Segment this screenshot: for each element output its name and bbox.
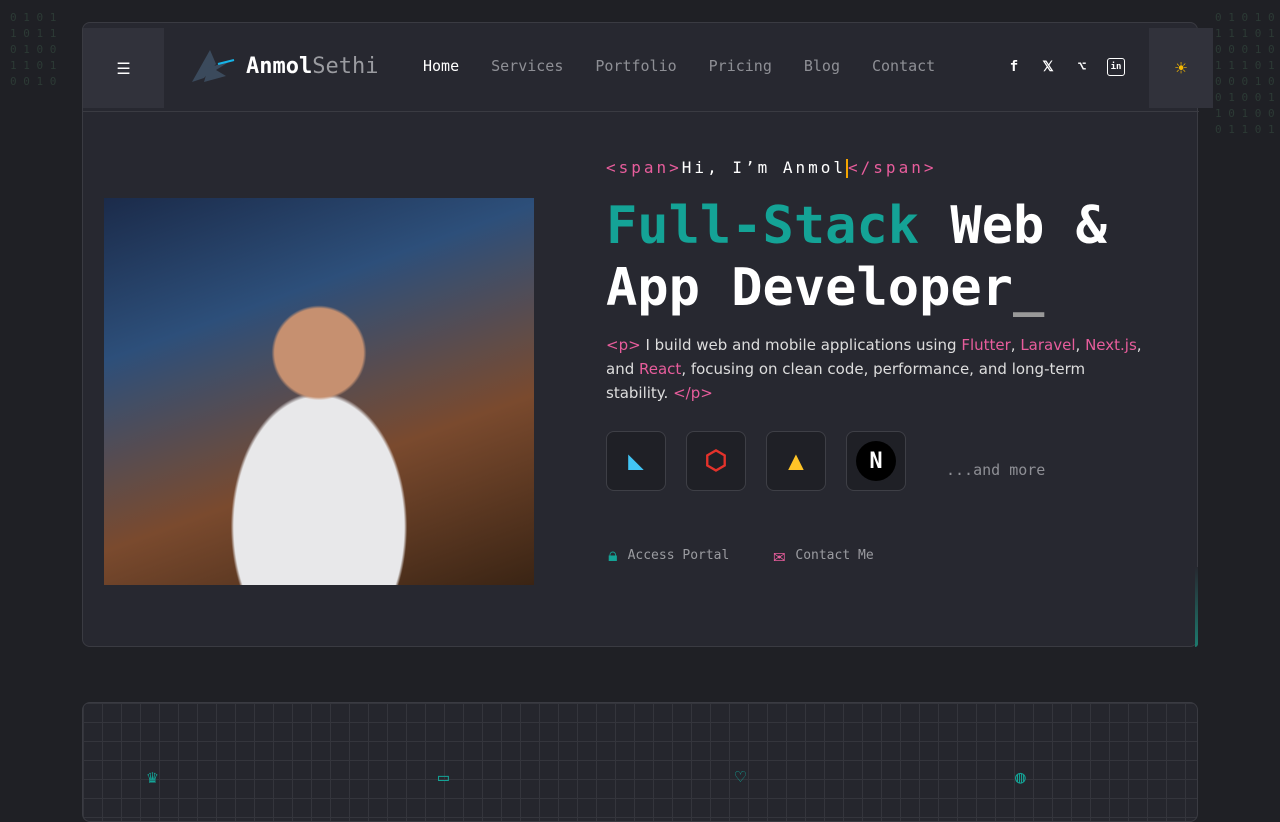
access-portal-button[interactable]: 🔒︎ Access Portal [608,543,729,567]
nav-pricing[interactable]: Pricing [709,57,772,75]
tech-laravel-text: Laravel [1020,336,1076,354]
matrix-background: 0 1 0 1 1 0 1 1 0 1 0 0 1 1 0 1 0 0 1 0 [10,11,57,88]
logo[interactable]: AnmolSethi [190,48,378,84]
menu-icon: ☰ [116,58,131,78]
theme-toggle[interactable]: ☀ [1149,28,1213,108]
menu-button[interactable]: ☰ [83,28,164,108]
hero-description: <p> I build web and mobile applications … [606,333,1146,405]
matrix-background-right: 0 1 0 1 0 1 1 1 0 1 0 0 0 1 0 1 1 1 0 1 … [1215,11,1275,136]
contact-me-label: Contact Me [795,547,874,563]
nav-home[interactable]: Home [423,57,459,75]
desc-sep: , [1075,336,1086,354]
hero-card: ☰ AnmolSethi Home Services Portfolio Pri… [82,22,1213,647]
contact-me-button[interactable]: ✉ Contact Me [773,543,873,567]
tech-flutter-text: Flutter [961,336,1011,354]
desc-sep: , [1010,336,1021,354]
logo-text-dim: Sethi [312,53,379,79]
flutter-icon: ◣ [606,431,666,491]
greeting-text: Hi, I’m Anmol [681,158,847,177]
nav-blog[interactable]: Blog [804,57,840,75]
navbar: ☰ AnmolSethi Home Services Portfolio Pri… [83,23,1213,112]
hero-title: Full-Stack Web & App Developer_ [606,195,1146,319]
x-icon[interactable]: 𝕏 [1039,58,1057,76]
profile-photo [104,198,534,585]
facebook-icon[interactable]: f [1005,58,1023,76]
mail-icon: ✉ [773,543,786,567]
span-open-tag: <span> [606,158,682,177]
linkedin-icon[interactable]: in [1107,58,1125,76]
span-close-tag: </span> [848,158,937,177]
nav-services[interactable]: Services [491,57,563,75]
desc-part: I build web and mobile applications usin… [640,336,962,354]
p-open-tag: <p> [606,336,641,354]
access-portal-label: Access Portal [627,547,730,563]
tech-nextjs-text: Next.js [1085,336,1137,354]
github-icon[interactable]: ⌥ [1073,58,1091,76]
sun-icon: ☀ [1174,56,1188,80]
greeting: <span>Hi, I’m Anmol </span> [606,158,936,178]
logo-icon [192,50,235,82]
logo-text-main: Anmol [246,53,313,79]
heart-bolt-icon: ♡ [735,767,746,788]
title-cursor: _ [1013,258,1045,318]
nav-contact[interactable]: Contact [872,57,935,75]
nav-portfolio[interactable]: Portfolio [595,57,676,75]
tech-stack: ◣ ⬡ ▲ N ...and more [606,431,1045,491]
nextjs-icon: N [846,431,906,491]
tech-react-text: React [639,360,682,378]
p-close-tag: </p> [673,384,713,402]
stats-section: ♛ ▭ ♡ ◍ [82,702,1198,822]
monitor-icon: ▭ [438,767,449,788]
lock-code-icon: 🔒︎ [608,544,618,566]
firebase-icon: ▲ [766,431,826,491]
globe-icon: ◍ [1015,767,1026,788]
and-more-text: ...and more [946,461,1046,479]
crown-icon: ♛ [147,767,158,788]
laravel-icon: ⬡ [686,431,746,491]
title-accent: Full-Stack [606,196,920,256]
